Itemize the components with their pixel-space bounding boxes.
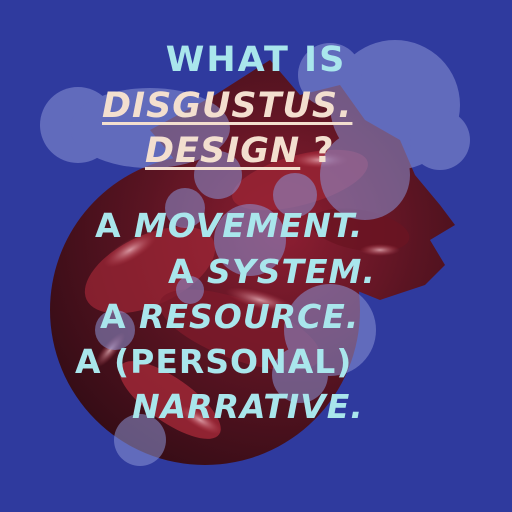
question-line-3: DESIGN ? [145,131,335,171]
answer-word: RESOURCE. [139,297,360,336]
answer-word: MOVEMENT. [134,206,364,245]
answer-word: (PERSONAL) [114,342,353,381]
design-word: DESIGN [145,131,301,171]
brand-name: DISGUSTUS. [102,86,353,126]
answer-system: A SYSTEM. [168,252,376,291]
answer-prefix: A [75,342,102,381]
answer-personal: A (PERSONAL) [75,342,352,381]
answer-prefix: A [100,297,127,336]
question-line-1: WHAT IS [165,40,347,80]
answer-word: SYSTEM. [207,252,376,291]
question-mark: ? [313,131,335,171]
answer-word: NARRATIVE. [132,387,364,426]
poster: WHAT IS DISGUSTUS. DESIGN ? A MOVEMENT. … [0,0,512,512]
answer-resource: A RESOURCE. [100,297,359,336]
answer-narrative: NARRATIVE. [132,387,364,426]
answer-prefix: A [168,252,195,291]
answer-movement: A MOVEMENT. [95,206,363,245]
answer-prefix: A [95,206,122,245]
